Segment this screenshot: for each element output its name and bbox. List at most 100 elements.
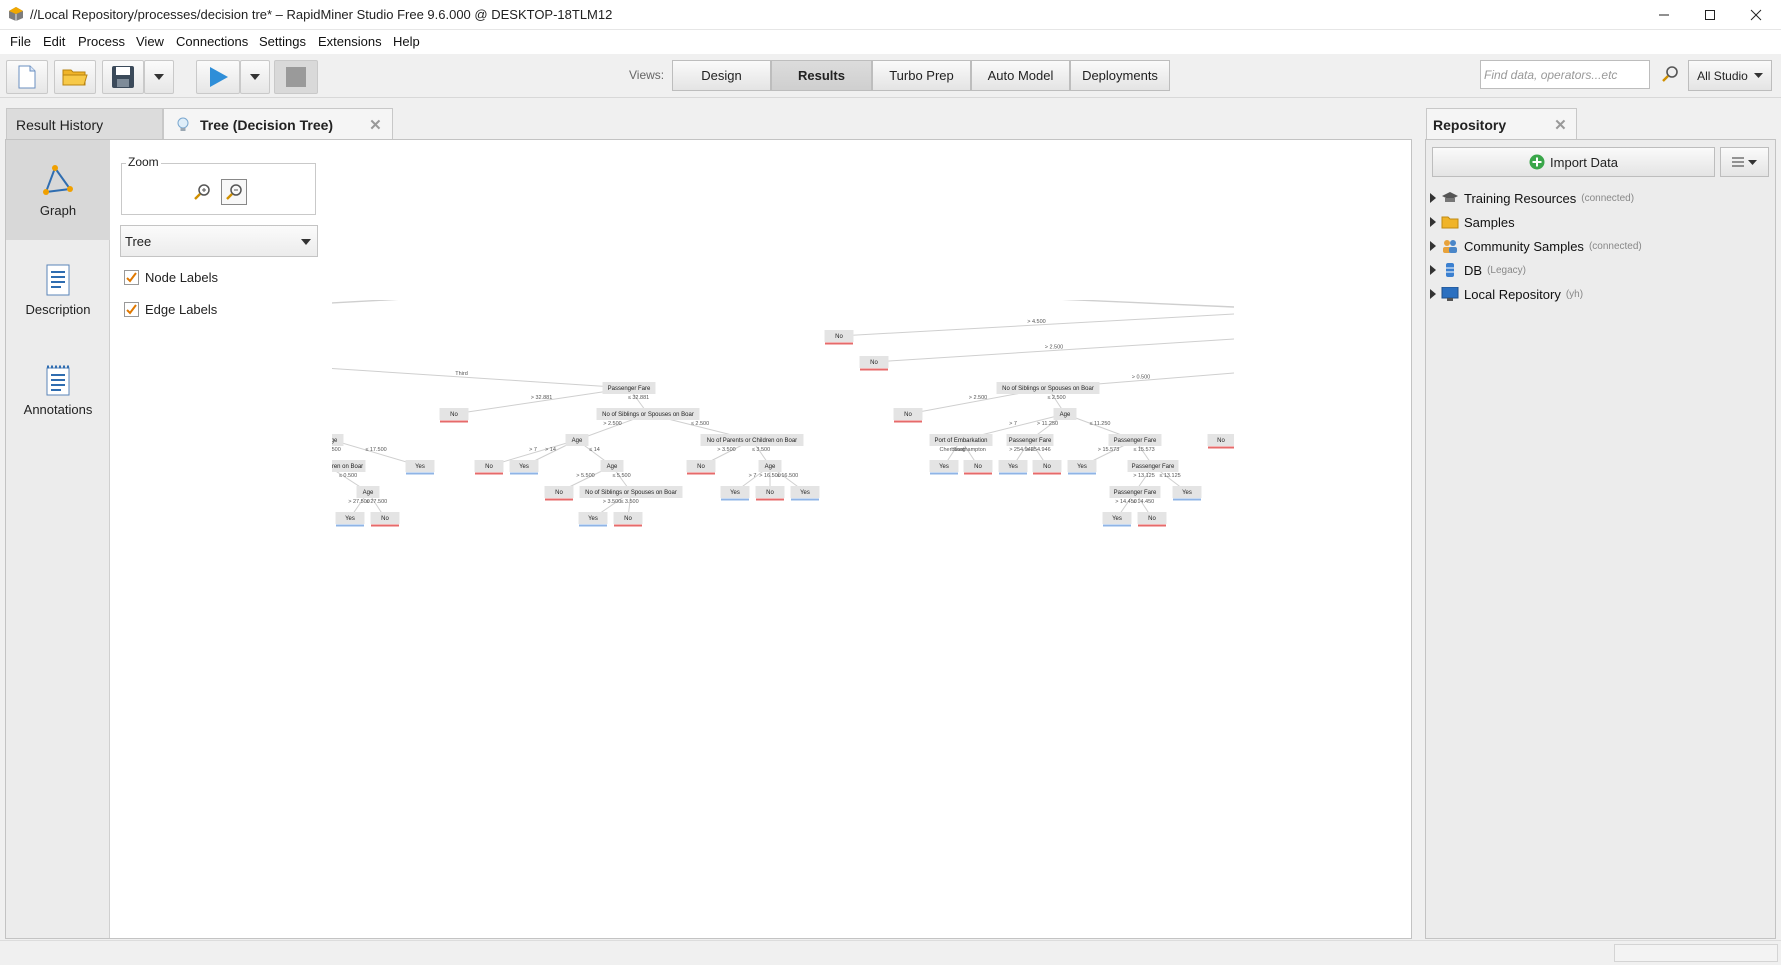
node-labels-checkbox[interactable]: Node Labels xyxy=(124,270,218,285)
layout-select[interactable]: Tree xyxy=(120,225,318,257)
tree-node-label: No xyxy=(974,464,982,470)
repo-item-local-repository[interactable]: Local Repository (yh) xyxy=(1430,284,1583,304)
tree-edge-label: > 3.500 xyxy=(717,447,736,453)
tree-edge-label: ≤ 15.573 xyxy=(1133,447,1154,453)
save-dropdown-button[interactable] xyxy=(144,60,174,94)
expand-icon[interactable] xyxy=(1430,193,1436,203)
search-input[interactable] xyxy=(1482,62,1622,87)
close-window-button[interactable] xyxy=(1733,0,1779,30)
menu-settings[interactable]: Settings xyxy=(259,34,306,49)
edge-labels-checkbox[interactable]: Edge Labels xyxy=(124,302,217,317)
description-icon xyxy=(46,264,70,295)
close-tab-icon[interactable]: ✕ xyxy=(1554,116,1567,134)
nav-annotations[interactable]: Annotations xyxy=(6,340,110,440)
minimize-button[interactable] xyxy=(1641,0,1687,30)
tree-edge-label: ≤ 2.500 xyxy=(1047,395,1065,401)
search-icon[interactable] xyxy=(1661,65,1679,88)
tree-leaf-class-bar xyxy=(791,498,819,501)
nav-description-label: Description xyxy=(25,301,91,317)
tree-edge-label: > 5.500 xyxy=(576,473,595,479)
expand-icon[interactable] xyxy=(1430,265,1436,275)
menu-view[interactable]: View xyxy=(136,34,164,49)
tree-edge-label: > 13.125 xyxy=(1133,473,1155,479)
menu-help[interactable]: Help xyxy=(393,34,420,49)
view-auto-model-tab[interactable]: Auto Model xyxy=(971,60,1070,91)
expand-icon[interactable] xyxy=(1430,241,1436,251)
nav-annotations-label: Annotations xyxy=(23,401,93,417)
tree-node-label: Yes xyxy=(939,464,949,470)
stop-process-button[interactable] xyxy=(274,60,318,94)
search-scope-dropdown[interactable]: All Studio xyxy=(1688,60,1772,91)
repository-menu-button[interactable] xyxy=(1720,147,1769,177)
tree-edge-label: > 3.500 xyxy=(603,499,622,505)
tree-edge xyxy=(873,338,1234,363)
view-design-tab[interactable]: Design xyxy=(672,60,771,91)
menu-extensions[interactable]: Extensions xyxy=(318,34,382,49)
tree-edge-label: > 2.500 xyxy=(1045,345,1064,351)
repo-item-status: (connected) xyxy=(1581,192,1635,204)
nav-graph[interactable]: Graph xyxy=(6,140,110,240)
repo-item-training-resources[interactable]: Training Resources (connected) xyxy=(1430,188,1634,208)
tree-edge-label: > 15.573 xyxy=(1098,447,1120,453)
annotations-icon xyxy=(46,365,70,395)
open-process-button[interactable] xyxy=(54,60,96,94)
tab-result-history[interactable]: Result History xyxy=(6,108,163,140)
tree-node-label: No xyxy=(697,464,705,470)
tree-leaf-class-bar xyxy=(1173,498,1201,501)
chevron-down-icon xyxy=(301,239,311,245)
close-tab-icon[interactable]: ✕ xyxy=(369,116,382,134)
tab-repository[interactable]: Repository ✕ xyxy=(1426,108,1577,140)
nav-description[interactable]: Description xyxy=(6,240,110,340)
tab-decision-tree[interactable]: Tree (Decision Tree) ✕ xyxy=(163,108,393,140)
tree-node-label: Passenger Fare xyxy=(1132,464,1175,470)
close-icon xyxy=(1750,9,1762,21)
tree-node-label: Passenger Fare xyxy=(608,386,651,392)
tree-edge-label: ≤ 14 xyxy=(589,447,600,453)
tree-node-label: No xyxy=(1043,464,1051,470)
tree-node-label: Age xyxy=(1060,412,1071,418)
expand-icon[interactable] xyxy=(1430,217,1436,227)
chevron-down-icon xyxy=(250,74,260,80)
maximize-button[interactable] xyxy=(1687,0,1733,30)
new-process-button[interactable] xyxy=(6,60,48,94)
tree-edge-label: ≤ 3.500 xyxy=(752,447,770,453)
import-data-button[interactable]: Import Data xyxy=(1432,147,1715,177)
tree-edge-label: > 4.500 xyxy=(1027,319,1046,325)
edge-labels-label: Edge Labels xyxy=(145,302,218,317)
stop-icon xyxy=(286,67,306,87)
view-results-tab[interactable]: Results xyxy=(771,60,872,91)
tree-edge-label: ≤ 2.500 xyxy=(691,421,709,427)
view-turbo-prep-tab[interactable]: Turbo Prep xyxy=(872,60,971,91)
hamburger-menu-icon xyxy=(1732,157,1744,167)
save-icon xyxy=(112,66,134,88)
save-process-button[interactable] xyxy=(102,60,144,94)
tree-node-label: Yes xyxy=(800,490,810,496)
menu-edit[interactable]: Edit xyxy=(43,34,65,49)
add-circle-icon xyxy=(1529,154,1545,170)
tree-leaf-class-bar xyxy=(1208,446,1234,449)
import-data-label: Import Data xyxy=(1550,154,1618,170)
expand-icon[interactable] xyxy=(1430,289,1436,299)
menu-process[interactable]: Process xyxy=(78,34,125,49)
tree-leaf-class-bar xyxy=(440,420,468,423)
decision-tree-graph[interactable]: FemaleMale> 4.500> 2.500Third> 0.500> 32… xyxy=(332,300,1402,610)
zoom-in-button[interactable] xyxy=(193,183,211,206)
repo-item-db[interactable]: DB (Legacy) xyxy=(1430,260,1526,280)
menu-connections[interactable]: Connections xyxy=(176,34,248,49)
zoom-out-button[interactable] xyxy=(221,179,247,205)
graduation-cap-icon xyxy=(1442,192,1458,202)
graph-icon xyxy=(43,164,73,195)
tree-leaf-class-bar xyxy=(371,524,399,527)
view-deployments-tab[interactable]: Deployments xyxy=(1070,60,1170,91)
menu-file[interactable]: File xyxy=(10,34,31,49)
tree-edge-label: ≤ 16.500 xyxy=(777,473,798,479)
zoom-title: Zoom xyxy=(126,155,161,169)
tree-node-label: No of Siblings or Spouses on Boar xyxy=(602,412,694,418)
rapidminer-logo-icon xyxy=(8,6,24,22)
run-dropdown-button[interactable] xyxy=(240,60,270,94)
tree-edge-label: ≤ 13.125 xyxy=(1159,473,1180,479)
run-process-button[interactable] xyxy=(196,60,240,94)
repo-item-samples[interactable]: Samples xyxy=(1430,212,1515,232)
repo-item-community-samples[interactable]: Community Samples (connected) xyxy=(1430,236,1642,256)
minimize-icon xyxy=(1659,14,1669,16)
